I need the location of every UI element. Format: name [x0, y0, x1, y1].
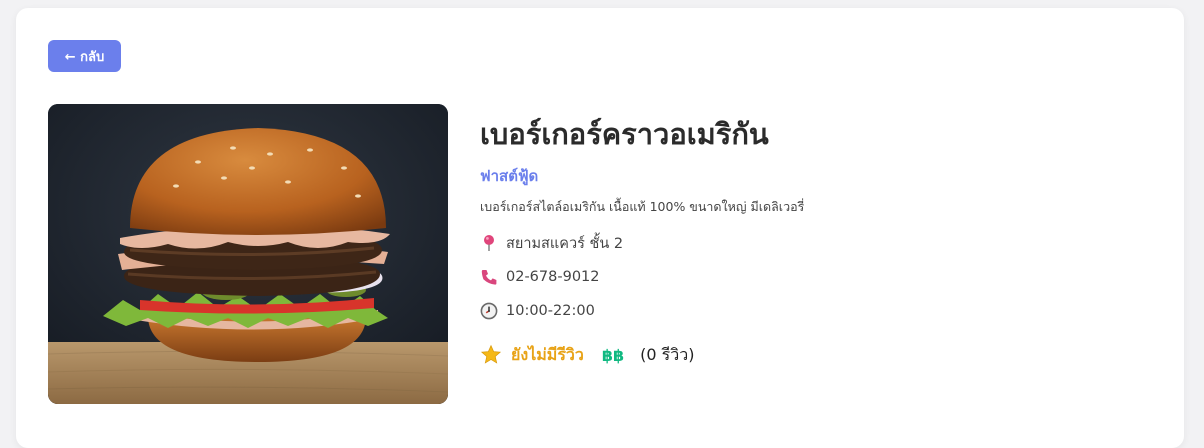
phone-text: 02-678-9012 — [506, 269, 600, 285]
back-button-label: ← กลับ — [64, 49, 105, 65]
restaurant-category: ฟาสต์ฟู้ด — [480, 167, 539, 185]
back-button[interactable]: ← กลับ — [48, 40, 121, 72]
location-row: สยามสแควร์ ชั้น 2 — [480, 232, 1160, 254]
restaurant-info: เบอร์เกอร์คราวอเมริกัน ฟาสต์ฟู้ด เบอร์เก… — [480, 112, 1160, 368]
hours-text: 10:00-22:00 — [506, 303, 595, 319]
price-level: ฿฿ — [601, 345, 625, 365]
review-count: (0 รีวิว) — [640, 344, 695, 364]
phone-row: 02-678-9012 — [480, 266, 1160, 288]
clock-icon — [480, 302, 498, 320]
star-icon — [480, 344, 502, 364]
hours-row: 10:00-22:00 — [480, 300, 1160, 322]
pin-icon — [480, 234, 498, 252]
restaurant-photo — [48, 104, 448, 404]
restaurant-name: เบอร์เกอร์คราวอเมริกัน — [480, 117, 769, 151]
restaurant-description: เบอร์เกอร์สไตล์อเมริกัน เนื้อแท้ 100% ขน… — [480, 199, 805, 214]
phone-icon — [480, 268, 498, 286]
restaurant-detail-card: ← กลับ เบอร์เกอร์คราวอเมริกัน ฟาสต์ฟู้ด … — [16, 8, 1184, 448]
rating-status: ยังไม่มีรีวิว — [511, 344, 584, 364]
location-text: สยามสแควร์ ชั้น 2 — [506, 235, 624, 252]
rating-row: ยังไม่มีรีวิว ฿฿ (0 รีวิว) — [480, 342, 1160, 368]
